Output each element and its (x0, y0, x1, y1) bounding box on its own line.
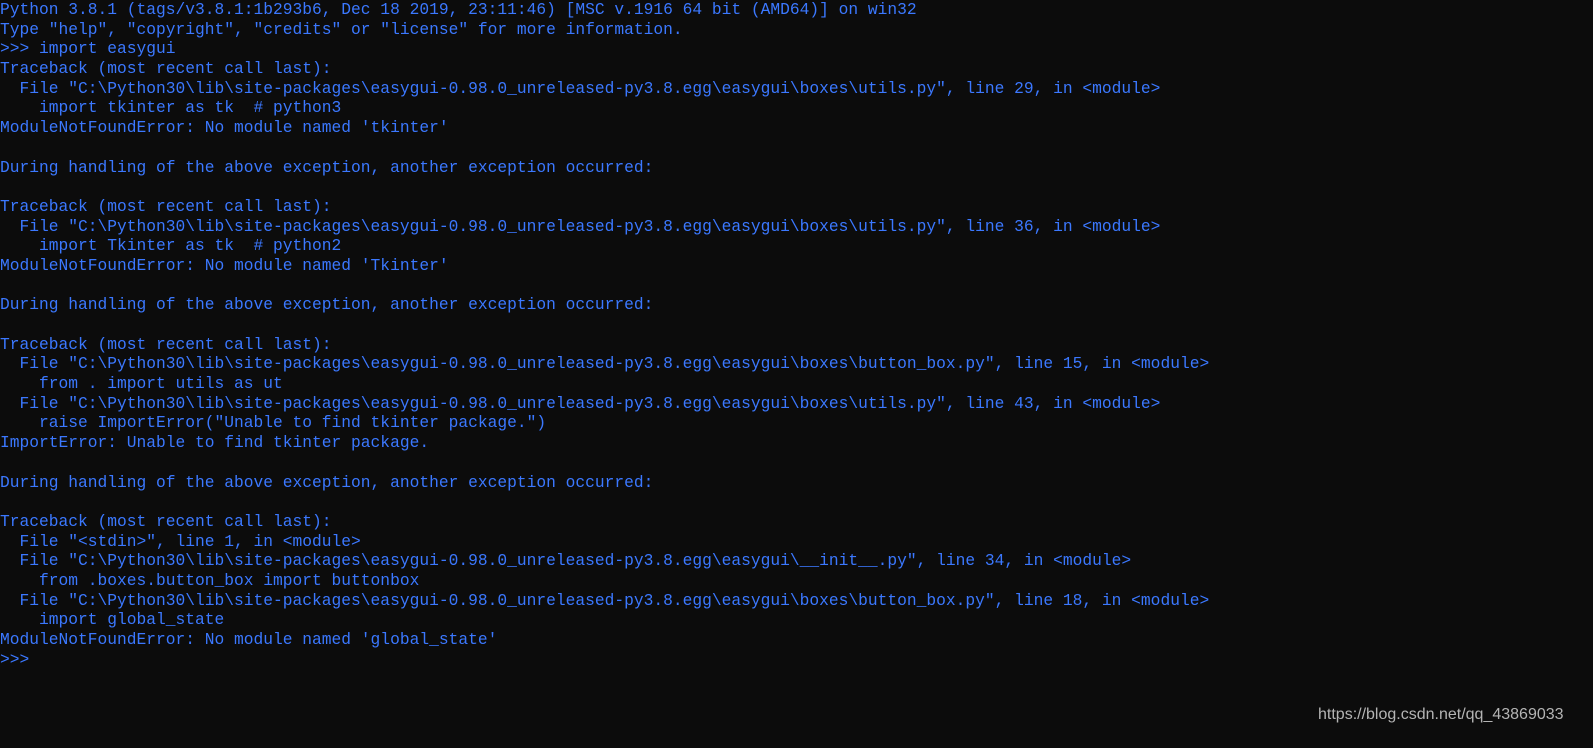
console-line: File "<stdin>", line 1, in <module> (0, 531, 361, 551)
console-line: from . import utils as ut (0, 374, 283, 394)
console-line: File "C:\Python30\lib\site-packages\easy… (0, 216, 1161, 236)
watermark: https://blog.csdn.net/qq_43869033 (1318, 706, 1564, 723)
console-line: Type "help", "copyright", "credits" or "… (0, 19, 683, 39)
console-line: File "C:\Python30\lib\site-packages\easy… (0, 551, 1132, 571)
console-line: During handling of the above exception, … (0, 295, 654, 315)
console-line: import Tkinter as tk # python2 (0, 236, 342, 256)
console-line: Traceback (most recent call last): (0, 334, 332, 354)
console-line: ImportError: Unable to find tkinter pack… (0, 433, 430, 453)
console-line: File "C:\Python30\lib\site-packages\easy… (0, 393, 1161, 413)
console-line: ModuleNotFoundError: No module named 'tk… (0, 118, 449, 138)
console-prompt: >>> (0, 649, 40, 669)
console-line: File "C:\Python30\lib\site-packages\easy… (0, 590, 1210, 610)
console-line: >>> import easygui (0, 39, 176, 59)
console-line: During handling of the above exception, … (0, 157, 654, 177)
console-line: During handling of the above exception, … (0, 472, 654, 492)
console-line: Traceback (most recent call last): (0, 196, 332, 216)
console-line: Traceback (most recent call last): (0, 511, 332, 531)
console-line: from .boxes.button_box import buttonbox (0, 570, 420, 590)
console-line: Python 3.8.1 (tags/v3.8.1:1b293b6, Dec 1… (0, 0, 917, 19)
console-line: raise ImportError("Unable to find tkinte… (0, 413, 547, 433)
console-line: ModuleNotFoundError: No module named 'gl… (0, 630, 498, 649)
console-line: import global_state (0, 610, 225, 630)
console-line: import tkinter as tk # python3 (0, 98, 342, 118)
console-output[interactable]: Python 3.8.1 (tags/v3.8.1:1b293b6, Dec 1… (0, 0, 1593, 748)
console-line: File "C:\Python30\lib\site-packages\easy… (0, 354, 1210, 374)
console-line: File "C:\Python30\lib\site-packages\easy… (0, 78, 1161, 98)
console-line: Traceback (most recent call last): (0, 59, 332, 79)
console-line: ModuleNotFoundError: No module named 'Tk… (0, 255, 449, 275)
